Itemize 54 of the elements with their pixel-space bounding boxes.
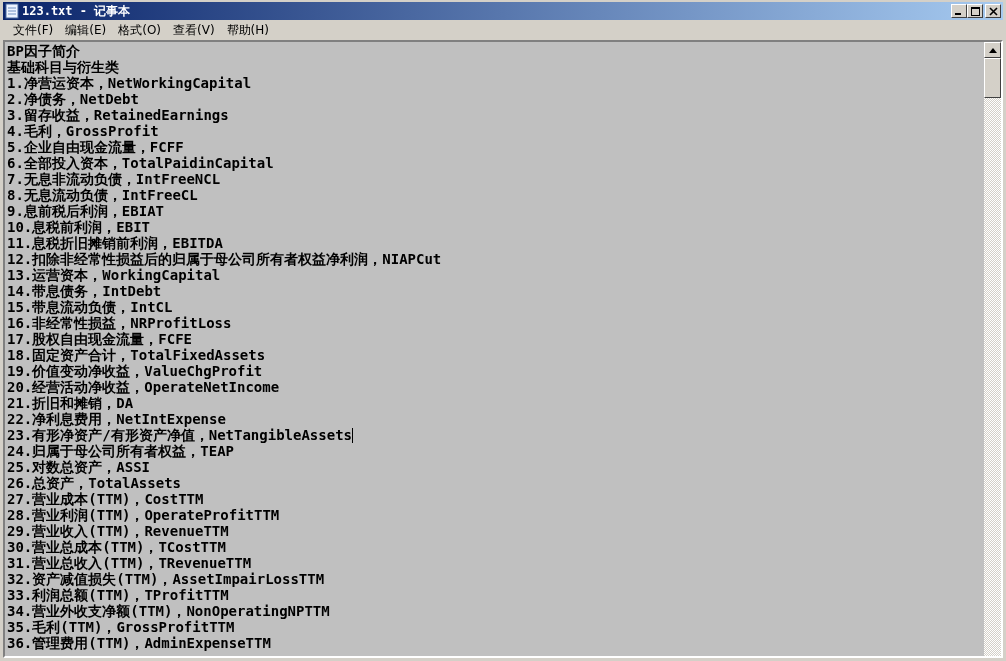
text-line: 28.营业利润(TTM)，OperateProfitTTM [7, 507, 280, 523]
text-line: 7.无息非流动负债，IntFreeNCL [7, 171, 221, 187]
close-icon [988, 6, 998, 16]
text-line: 20.经营活动净收益，OperateNetIncome [7, 379, 280, 395]
text-line: 9.息前税后利润，EBIAT [7, 203, 164, 219]
close-button[interactable] [985, 4, 1001, 18]
text-line: 3.留存收益，RetainedEarnings [7, 107, 229, 123]
menu-item[interactable]: 查看(V) [167, 21, 221, 39]
text-line: 2.净债务，NetDebt [7, 91, 139, 107]
text-line: 27.营业成本(TTM)，CostTTM [7, 491, 204, 507]
text-line: 23.有形净资产/有形资产净值，NetTangibleAssets [7, 427, 352, 443]
text-line: 12.扣除非经常性损益后的归属于母公司所有者权益净利润，NIAPCut [7, 251, 442, 267]
text-line: 25.对数总资产，ASSI [7, 459, 150, 475]
text-line: 16.非经常性损益，NRProfitLoss [7, 315, 232, 331]
text-line: 8.无息流动负债，IntFreeCL [7, 187, 198, 203]
text-line: 17.股权自由现金流量，FCFE [7, 331, 192, 347]
text-line: 32.资产减值损失(TTM)，AssetImpairLossTTM [7, 571, 325, 587]
text-line: 22.净利息费用，NetIntExpense [7, 411, 226, 427]
menu-item[interactable]: 编辑(E) [59, 21, 113, 39]
text-line: 13.运营资本，WorkingCapital [7, 267, 221, 283]
text-line: 4.毛利，GrossProfit [7, 123, 159, 139]
scroll-up-button[interactable] [984, 42, 1001, 58]
window-title: 123.txt - 记事本 [22, 2, 131, 20]
text-line: 19.价值变动净收益，ValueChgProfit [7, 363, 263, 379]
text-line: 15.带息流动负债，IntCL [7, 299, 173, 315]
text-line: 基础科目与衍生类 [7, 59, 119, 75]
text-line: 11.息税折旧摊销前利润，EBITDA [7, 235, 223, 251]
maximize-icon [970, 6, 980, 16]
text-line: 18.固定资产合计，TotalFixedAssets [7, 347, 266, 363]
scroll-thumb[interactable] [984, 58, 1001, 98]
notepad-icon [5, 3, 19, 19]
menu-item[interactable]: 帮助(H) [220, 21, 275, 39]
vertical-scrollbar[interactable] [984, 42, 1001, 656]
text-line: 33.利润总额(TTM)，TProfitTTM [7, 587, 229, 603]
text-line: 26.总资产，TotalAssets [7, 475, 181, 491]
minimize-button[interactable] [951, 4, 967, 18]
text-line: 5.企业自由现金流量，FCFF [7, 139, 184, 155]
menu-item[interactable]: 文件(F) [7, 21, 60, 39]
text-line: 10.息税前利润，EBIT [7, 219, 150, 235]
text-line: 1.净营运资本，NetWorkingCapital [7, 75, 252, 91]
menu-item[interactable]: 格式(O) [112, 21, 168, 39]
text-line: BP因子简介 [7, 43, 80, 59]
text-line: 21.折旧和摊销，DA [7, 395, 134, 411]
text-line: 30.营业总成本(TTM)，TCostTTM [7, 539, 226, 555]
up-arrow-icon [988, 47, 997, 53]
text-line: 29.营业收入(TTM)，RevenueTTM [7, 523, 229, 539]
text-line: 34.营业外收支净额(TTM)，NonOperatingNPTTM [7, 603, 330, 619]
text-line: 36.管理费用(TTM)，AdminExpenseTTM [7, 635, 271, 651]
text-line: 35.毛利(TTM)，GrossProfitTTM [7, 619, 235, 635]
text-line: 31.营业总收入(TTM)，TRevenueTTM [7, 555, 252, 571]
text-line: 14.带息债务，IntDebt [7, 283, 162, 299]
text-line: 6.全部投入资本，TotalPaidinCapital [7, 155, 274, 171]
text-line: 24.归属于母公司所有者权益，TEAP [7, 443, 234, 459]
maximize-button[interactable] [967, 4, 983, 18]
